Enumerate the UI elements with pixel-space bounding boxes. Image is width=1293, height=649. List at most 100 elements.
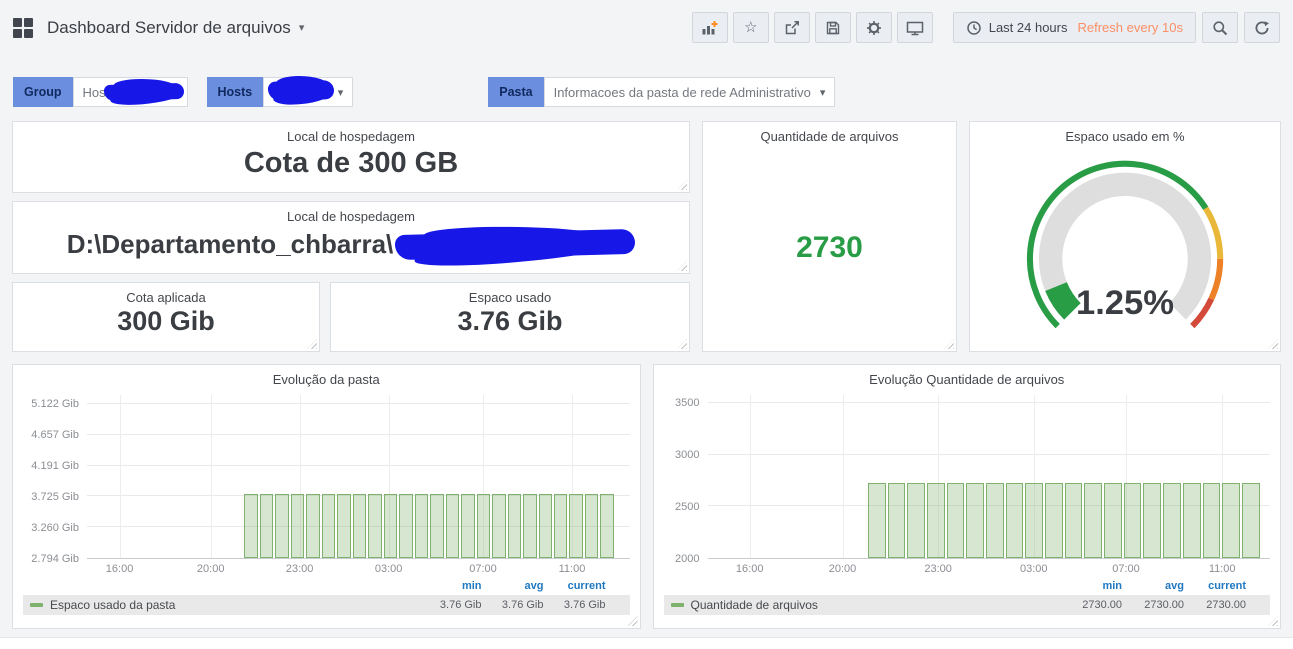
redaction-scribble <box>267 80 335 101</box>
resize-handle[interactable] <box>677 339 687 349</box>
redaction-scribble <box>103 82 184 102</box>
top-navbar: Dashboard Servidor de arquivos ▾ ☆ Last … <box>0 0 1293 55</box>
legend-row: Espaco usado da pasta 3.76 Gib 3.76 Gib … <box>23 595 630 615</box>
series-bar <box>1202 482 1221 558</box>
clock-icon <box>966 20 981 35</box>
series-bar <box>946 482 965 558</box>
favorite-button[interactable]: ☆ <box>732 12 769 43</box>
y-axis: 3500 3000 2500 2000 <box>664 395 708 565</box>
dashboard-grid-icon[interactable] <box>13 17 33 38</box>
y-axis: 5.122 Gib 4.657 Gib 4.191 Gib 3.725 Gib 3.26… <box>23 395 87 565</box>
series-bar <box>966 482 984 558</box>
x-tick-label: 23:00 <box>924 563 952 575</box>
magnifier-icon <box>1213 20 1228 35</box>
add-panel-button[interactable] <box>691 12 728 43</box>
series-bar <box>430 494 444 558</box>
settings-button[interactable] <box>855 12 892 43</box>
monitor-icon <box>906 21 923 35</box>
redaction-scribble <box>394 228 636 261</box>
series-bar <box>887 482 906 558</box>
series-bar <box>554 494 568 558</box>
y-tick-label: 4.657 Gib <box>31 429 79 442</box>
y-tick-label: 3500 <box>675 397 700 410</box>
filter-hosts: Hosts ▾ <box>206 77 354 107</box>
gauge-ring-orange <box>1208 258 1224 301</box>
stat-avg: 2730.00 <box>1144 599 1184 611</box>
refresh-button[interactable] <box>1244 12 1280 43</box>
y-tick-label: 3000 <box>675 449 700 462</box>
chart-title[interactable]: Evolução da pasta <box>13 365 640 387</box>
chevron-down-icon: ▾ <box>298 22 305 34</box>
panel-title[interactable]: Local de hospedagem <box>13 202 689 224</box>
resize-handle[interactable] <box>1268 616 1278 626</box>
series-bar <box>1025 482 1043 558</box>
series-bar <box>523 494 537 558</box>
series-color-dash-icon <box>30 603 43 607</box>
series-bar <box>907 482 925 558</box>
y-tick-label: 2500 <box>675 501 700 514</box>
y-tick-label: 4.191 Gib <box>31 460 79 473</box>
series-bar <box>290 494 305 558</box>
panel-path-text: Local de hospedagem D:\Departamento_chba… <box>12 201 690 274</box>
panel-title[interactable]: Espaco usado <box>331 283 689 305</box>
x-tick-label: 16:00 <box>735 563 764 575</box>
resize-handle[interactable] <box>677 261 687 271</box>
gear-icon <box>866 20 881 35</box>
share-button[interactable] <box>773 12 810 43</box>
filter-hosts-label: Hosts <box>206 77 264 107</box>
filter-pasta-value[interactable]: Informacoes da pasta de rede Administrat… <box>543 77 836 107</box>
filter-pasta-label: Pasta <box>488 77 544 107</box>
series-bar <box>538 494 552 558</box>
refresh-icon <box>1255 20 1269 34</box>
stat-min: 2730.00 <box>1082 599 1122 611</box>
resize-handle[interactable] <box>627 616 638 626</box>
series-bar <box>244 494 258 558</box>
panel-chart-folder-evolution: Evolução da pasta 5.122 Gib 4.657 Gib 4.19… <box>12 364 641 629</box>
legend-row: Quantidade de arquivos 2730.00 2730.00 2… <box>663 595 1270 615</box>
panel-quota-applied: Cota aplicada 300 Gib <box>12 282 320 352</box>
chevron-down-icon: ▾ <box>337 86 344 99</box>
series-bar <box>414 494 429 558</box>
dashboard-title-picker[interactable]: Dashboard Servidor de arquivos ▾ <box>47 18 304 38</box>
legend-header: min avg current <box>13 578 640 594</box>
x-tick-label: 23:00 <box>285 563 314 575</box>
x-tick-label: 03:00 <box>374 563 403 575</box>
series-bar <box>337 494 351 558</box>
panel-title[interactable]: Quantidade de arquivos <box>703 122 956 144</box>
series-bar <box>867 482 886 558</box>
series-bar <box>1182 482 1201 558</box>
zoom-out-button[interactable] <box>1202 12 1238 43</box>
x-tick-label: 16:00 <box>105 563 134 575</box>
x-tick-label: 20:00 <box>196 563 225 575</box>
filter-hosts-value[interactable]: ▾ <box>263 77 354 107</box>
refresh-interval-label: Refresh every 10s <box>1077 20 1184 35</box>
filter-pasta-text: Informacoes da pasta de rede Administrat… <box>553 84 811 100</box>
time-range-button[interactable]: Last 24 hours Refresh every 10s <box>952 12 1196 43</box>
resize-handle[interactable] <box>307 339 317 349</box>
y-tick-label: 2000 <box>675 553 700 565</box>
save-button[interactable] <box>814 12 851 43</box>
series-bar <box>569 494 583 558</box>
resize-handle[interactable] <box>677 180 687 190</box>
legend-col-avg: avg <box>524 580 544 592</box>
filter-group-value[interactable]: Host <box>72 77 188 107</box>
series-bar <box>1241 482 1260 558</box>
legend-series-toggle[interactable]: Espaco usado da pasta <box>30 598 420 612</box>
legend-col-avg: avg <box>1165 580 1184 592</box>
panel-title[interactable]: Local de hospedagem <box>13 122 689 144</box>
series-bar <box>352 494 367 558</box>
series-bar <box>584 494 599 558</box>
y-tick-label: 5.122 Gib <box>31 398 79 411</box>
series-bar <box>1005 482 1024 558</box>
filter-group: Group Host <box>13 77 188 107</box>
tv-mode-button[interactable] <box>896 12 933 43</box>
chart-title[interactable]: Evolução Quantidade de arquivos <box>654 365 1281 387</box>
series-bar <box>1222 482 1240 558</box>
series-bar <box>507 494 522 558</box>
toolbar: ☆ Last 24 hours Refresh every 10s <box>691 12 1280 43</box>
legend-col-current: current <box>1208 580 1246 592</box>
panel-title[interactable]: Espaco usado em % <box>970 122 1280 144</box>
legend-col-current: current <box>567 580 606 592</box>
legend-series-toggle[interactable]: Quantidade de arquivos <box>670 598 1061 612</box>
panel-title[interactable]: Cota aplicada <box>13 283 319 305</box>
